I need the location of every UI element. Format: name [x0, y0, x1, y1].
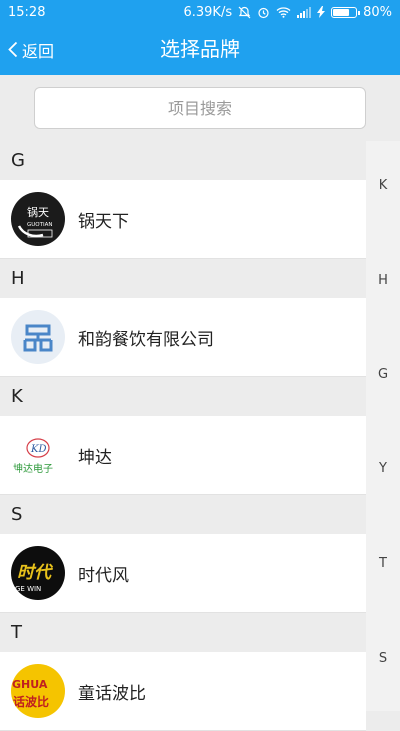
shidaifeng-logo: 时代 GE WIN — [11, 546, 65, 600]
shidaifeng-logo-text: 时代 — [17, 563, 54, 583]
brand-name: 坤达 — [78, 447, 112, 468]
tonghua-logo-sub: 话波比 — [13, 694, 49, 709]
kunda-logo-sub: 坤达电子 — [13, 462, 53, 475]
back-label: 返回 — [22, 41, 55, 61]
brand-item-shidaifeng[interactable]: 时代 GE WIN 时代风 — [0, 534, 366, 613]
signal-icon — [297, 6, 312, 18]
mute-icon — [238, 6, 251, 18]
index-letter-k[interactable]: K — [366, 178, 400, 193]
index-letter-y[interactable]: Y — [366, 461, 400, 476]
section-header-k: K — [0, 377, 366, 416]
battery-level — [333, 8, 350, 16]
status-time: 15:28 — [8, 4, 46, 20]
alarm-icon — [258, 7, 269, 18]
section-header-h: H — [0, 259, 366, 298]
battery-icon — [331, 6, 361, 18]
brand-name: 童话波比 — [78, 683, 146, 704]
guotianxia-logo: 锅天 GUOTIAN — [11, 192, 65, 246]
index-letter-t[interactable]: T — [366, 556, 400, 571]
wifi-icon — [276, 7, 291, 18]
battery-percent: 80% — [363, 4, 392, 20]
charging-icon — [317, 6, 326, 18]
brand-item-kunda[interactable]: KD 坤达电子 坤达 — [0, 416, 366, 495]
alphabet-index-bar[interactable]: K H G Y T S — [366, 141, 400, 711]
guotianxia-logo-text: 锅天 — [27, 206, 49, 219]
status-icons: 6.39K/s 80% — [183, 5, 392, 20]
kunda-logo-text: KD — [30, 444, 47, 455]
tonghua-logo-text: GHUA — [12, 678, 48, 691]
brand-name: 和韵餐饮有限公司 — [78, 329, 214, 350]
status-bar: 15:28 6.39K/s 80% — [0, 0, 400, 24]
section-header-g: G — [0, 141, 366, 180]
brand-item-heyun[interactable]: 和韵餐饮有限公司 — [0, 298, 366, 377]
back-button[interactable]: 返回 — [8, 24, 54, 75]
kunda-logo: KD 坤达电子 — [11, 428, 65, 482]
brand-name: 锅天下 — [78, 211, 129, 232]
section-header-t: T — [0, 613, 366, 652]
index-letter-s[interactable]: S — [366, 651, 400, 666]
page-title: 选择品牌 — [160, 37, 240, 61]
index-letter-h[interactable]: H — [366, 273, 400, 288]
search-input[interactable] — [34, 87, 366, 129]
brand-item-guotianxia[interactable]: 锅天 GUOTIAN 锅天下 — [0, 180, 366, 259]
heyun-logo — [11, 310, 65, 364]
brand-list: G 锅天 GUOTIAN 锅天下 H 和韵餐饮有限公司 K KD 坤达电子 坤达… — [0, 141, 366, 731]
section-header-s: S — [0, 495, 366, 534]
shidaifeng-logo-sub: GE WIN — [15, 585, 41, 593]
chevron-left-icon — [8, 41, 18, 58]
guotianxia-logo-en: GUOTIAN — [27, 222, 52, 228]
search-area — [0, 75, 400, 141]
tonghua-logo: GHUA 话波比 — [11, 664, 65, 718]
index-letter-g[interactable]: G — [366, 367, 400, 382]
network-speed: 6.39K/s — [183, 4, 233, 20]
brand-item-tonghua[interactable]: GHUA 话波比 童话波比 — [0, 652, 366, 731]
nav-bar: 返回 选择品牌 — [0, 24, 400, 75]
brand-name: 时代风 — [78, 565, 129, 586]
